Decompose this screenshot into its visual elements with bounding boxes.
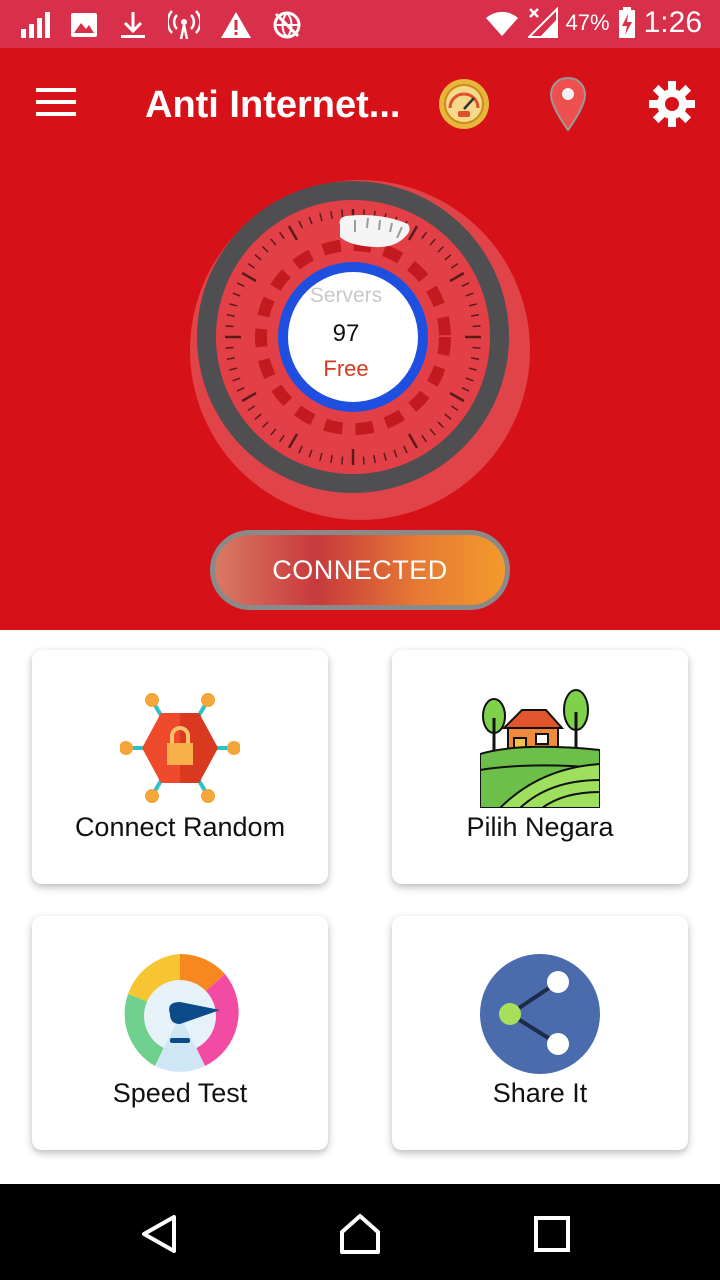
vpn-globe-icon: [273, 11, 301, 39]
hero-panel: Servers 97 Free CONNECTED: [0, 160, 720, 630]
app-bar: Anti Internet...: [0, 48, 720, 160]
server-count: 97: [332, 320, 360, 347]
home-icon[interactable]: [338, 1212, 382, 1256]
dial-tick: [341, 456, 344, 465]
dial-graphic: [190, 180, 530, 520]
app-title: Anti Internet...: [145, 84, 401, 126]
location-pin-icon[interactable]: [548, 76, 588, 132]
pilih-negara-label: Pilih Negara: [466, 812, 614, 842]
connect-button[interactable]: CONNECTED: [210, 530, 510, 610]
mobile-signal-icon: [527, 7, 558, 38]
share-it-card[interactable]: Share It: [392, 916, 688, 1150]
action-grid: Connect Random Pilih Negara Speed Test S…: [0, 630, 720, 1184]
hotspot-icon: [168, 10, 200, 40]
speedometer-icon: [124, 954, 239, 1072]
battery-charging-icon: [618, 7, 635, 38]
status-bar: 47% 1:26: [0, 0, 720, 48]
settings-gear-icon[interactable]: [648, 80, 696, 128]
back-icon[interactable]: [140, 1214, 180, 1254]
share-icon: [480, 954, 600, 1074]
tier-label: Free: [323, 356, 369, 381]
pilih-negara-card[interactable]: Pilih Negara: [392, 650, 688, 884]
connect-random-card[interactable]: Connect Random: [32, 650, 328, 884]
server-dial: Servers 97 Free: [190, 180, 530, 520]
servers-label: Servers: [309, 284, 383, 307]
status-time: 1:26: [643, 6, 702, 39]
speed-gauge-icon[interactable]: [438, 78, 490, 130]
recents-icon[interactable]: [534, 1216, 570, 1252]
battery-percent: 47%: [565, 10, 610, 35]
dial-tick: [341, 209, 344, 218]
connect-random-label: Connect Random: [74, 812, 286, 842]
speed-test-label: Speed Test: [112, 1078, 248, 1108]
connect-random-icon: [120, 693, 240, 803]
signal-icon: [21, 12, 50, 38]
country-landscape-icon: [480, 689, 600, 808]
dial-tick: [362, 456, 365, 465]
warning-icon: [221, 12, 251, 38]
image-icon: [71, 13, 97, 37]
menu-icon[interactable]: [36, 86, 76, 118]
download-icon: [121, 12, 145, 38]
speed-test-card[interactable]: Speed Test: [32, 916, 328, 1150]
share-it-label: Share It: [492, 1078, 588, 1108]
system-nav-bar: [0, 1184, 720, 1280]
wifi-icon: [485, 11, 518, 36]
